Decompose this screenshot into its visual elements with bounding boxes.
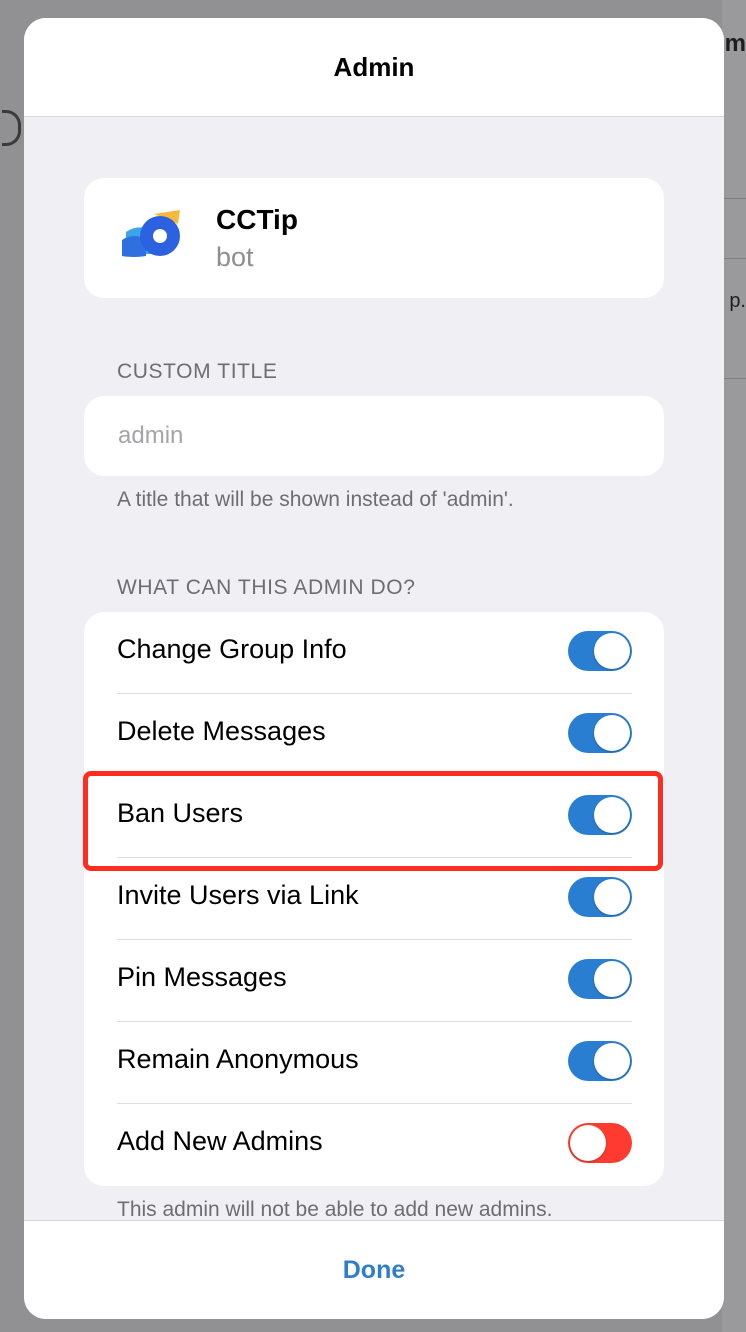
modal-footer: Done <box>24 1220 724 1319</box>
change-group-info-toggle[interactable] <box>568 631 632 671</box>
background-divider <box>722 198 746 199</box>
permission-row-add-new-admins[interactable]: Add New Admins <box>84 1104 664 1186</box>
permission-row-delete-messages[interactable]: Delete Messages <box>84 694 664 776</box>
ban-users-toggle[interactable] <box>568 795 632 835</box>
custom-title-section-label: CUSTOM TITLE <box>117 360 278 383</box>
permission-row-invite-users-via-link[interactable]: Invite Users via Link <box>84 858 664 940</box>
permission-row-remain-anonymous[interactable]: Remain Anonymous <box>84 1022 664 1104</box>
done-button[interactable]: Done <box>343 1256 406 1285</box>
pin-messages-toggle[interactable] <box>568 959 632 999</box>
background-divider <box>722 258 746 259</box>
toggle-knob <box>594 797 630 833</box>
permissions-list: Change Group Info Delete Messages Ban Us… <box>84 612 664 1186</box>
permission-label: Change Group Info <box>117 634 347 664</box>
invite-users-via-link-toggle[interactable] <box>568 877 632 917</box>
delete-messages-toggle[interactable] <box>568 713 632 753</box>
permissions-section-label: WHAT CAN THIS ADMIN DO? <box>117 576 416 599</box>
permission-row-ban-users[interactable]: Ban Users <box>84 776 664 858</box>
background-partial-text: p. <box>729 290 746 312</box>
toggle-knob <box>594 1043 630 1079</box>
permission-label: Ban Users <box>117 798 244 828</box>
permission-label: Remain Anonymous <box>117 1044 359 1074</box>
permission-label: Add New Admins <box>117 1126 323 1156</box>
toggle-knob <box>594 961 630 997</box>
bot-card: CCTip bot <box>84 178 664 298</box>
background-back-icon <box>2 110 21 146</box>
remain-anonymous-toggle[interactable] <box>568 1041 632 1081</box>
add-admins-hint: This admin will not be able to add new a… <box>117 1198 553 1221</box>
modal-header: Admin <box>24 18 724 117</box>
permission-row-change-group-info[interactable]: Change Group Info <box>84 612 664 694</box>
toggle-knob <box>594 879 630 915</box>
permission-label: Invite Users via Link <box>117 880 359 910</box>
permission-label: Pin Messages <box>117 962 287 992</box>
permission-label: Delete Messages <box>117 716 326 746</box>
admin-modal: Admin CCTip bot CUSTOM TITLE A title tha… <box>24 18 724 1319</box>
add-new-admins-toggle[interactable] <box>568 1123 632 1163</box>
permission-row-pin-messages[interactable]: Pin Messages <box>84 940 664 1022</box>
modal-title: Admin <box>333 51 415 82</box>
toggle-knob <box>570 1125 606 1161</box>
custom-title-hint: A title that will be shown instead of 'a… <box>117 488 514 511</box>
toggle-knob <box>594 715 630 751</box>
custom-title-input[interactable] <box>84 396 664 476</box>
bot-subtitle: bot <box>216 242 254 272</box>
cctip-logo-icon <box>122 210 180 257</box>
background-divider <box>722 378 746 379</box>
bot-name: CCTip <box>216 204 298 235</box>
background-strip <box>722 0 746 1332</box>
toggle-knob <box>594 633 630 669</box>
